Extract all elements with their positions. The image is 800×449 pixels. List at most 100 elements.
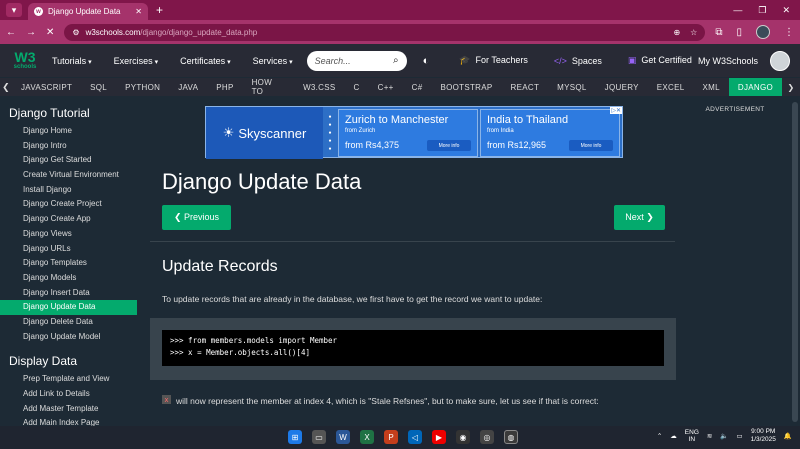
ad-more-info-button[interactable]: More info bbox=[569, 140, 613, 151]
weather-icon[interactable]: ☁ bbox=[670, 432, 677, 440]
site-info-icon[interactable]: ⚙ bbox=[72, 28, 79, 37]
skyscanner-ad-banner[interactable]: ☀ Skyscanner ● ● ● ● ● Zurich to Manchester f… bbox=[205, 106, 623, 159]
powerpoint-icon[interactable]: P bbox=[384, 430, 398, 444]
subnav-item[interactable]: XML bbox=[694, 78, 729, 96]
page-scrollbar[interactable] bbox=[790, 96, 800, 426]
previous-button[interactable]: ❮ Previous bbox=[162, 205, 231, 230]
ad-more-info-button[interactable]: More info bbox=[427, 140, 471, 151]
new-tab-icon[interactable]: + bbox=[156, 3, 163, 17]
sidebar-item[interactable]: Django Delete Data bbox=[0, 315, 137, 330]
subnav-item[interactable]: REACT bbox=[502, 78, 549, 96]
language-indicator[interactable]: ENG IN bbox=[685, 429, 699, 443]
subnav-item[interactable]: BOOTSTRAP bbox=[431, 78, 501, 96]
subnav-item[interactable]: JAVA bbox=[169, 78, 207, 96]
minimize-icon[interactable]: — bbox=[733, 5, 742, 16]
stop-icon[interactable]: ✕ bbox=[46, 27, 54, 38]
close-tab-icon[interactable]: ✕ bbox=[135, 7, 142, 16]
sidebar-item[interactable]: Django Templates bbox=[0, 256, 137, 271]
subnav-item[interactable]: PYTHON bbox=[116, 78, 169, 96]
tab-search-icon[interactable]: ▾ bbox=[6, 3, 22, 17]
scroll-left-icon[interactable]: ❮ bbox=[0, 82, 12, 93]
subnav-item[interactable]: PHP bbox=[207, 78, 242, 96]
ad-close-icon[interactable]: ▷✕ bbox=[610, 107, 622, 114]
browser-tab[interactable]: w Django Update Data ✕ bbox=[28, 3, 148, 20]
excel-icon[interactable]: X bbox=[360, 430, 374, 444]
subnav-item[interactable]: EXCEL bbox=[648, 78, 694, 96]
sidebar-item[interactable]: Django Create Project bbox=[0, 197, 137, 212]
profile-avatar[interactable] bbox=[756, 25, 770, 39]
subnav-item[interactable]: C# bbox=[403, 78, 432, 96]
search-icon[interactable]: ⌕ bbox=[393, 55, 399, 66]
menu-certificates[interactable]: Certificates bbox=[180, 56, 230, 66]
menu-kebab-icon[interactable]: ⋮ bbox=[784, 27, 794, 38]
subnav-item[interactable]: SQL bbox=[81, 78, 116, 96]
back-icon[interactable]: ← bbox=[6, 27, 16, 38]
sidebar-item[interactable]: Django Views bbox=[0, 227, 137, 242]
get-certified-link[interactable]: ▣ Get Certified bbox=[628, 55, 692, 66]
sidebar-item[interactable]: Add Master Template bbox=[0, 402, 137, 417]
subnav-item[interactable]: HOW TO bbox=[243, 78, 294, 96]
user-avatar[interactable] bbox=[770, 50, 790, 71]
spaces-link[interactable]: </> Spaces bbox=[554, 56, 602, 66]
sidebar-item[interactable]: Create Virtual Environment bbox=[0, 168, 137, 183]
sidebar-item[interactable]: Django Intro bbox=[0, 139, 137, 154]
next-button[interactable]: Next ❯ bbox=[614, 205, 665, 230]
github-icon[interactable]: ◉ bbox=[456, 430, 470, 444]
sidebar-item[interactable]: Django Update Model bbox=[0, 330, 137, 345]
battery-icon[interactable]: ▭ bbox=[736, 432, 742, 440]
subnav-item[interactable]: MYSQL bbox=[548, 78, 596, 96]
menu-services[interactable]: Services bbox=[253, 56, 293, 66]
start-icon[interactable]: ⊞ bbox=[288, 430, 302, 444]
subnav-item[interactable]: JQUERY bbox=[596, 78, 648, 96]
subnav-item[interactable]: C bbox=[345, 78, 369, 96]
bookmark-star-icon[interactable]: ☆ bbox=[690, 28, 697, 37]
notification-icon[interactable]: 🔔 bbox=[784, 432, 792, 440]
subnav-item[interactable]: C++ bbox=[369, 78, 403, 96]
wifi-icon[interactable]: ≋ bbox=[707, 432, 712, 440]
ad-card-india[interactable]: India to Thailand from India from Rs12,9… bbox=[480, 109, 620, 157]
extensions-icon[interactable]: ⧉ bbox=[715, 27, 722, 38]
subnav-item[interactable]: W3.CSS bbox=[294, 78, 344, 96]
vscode-icon[interactable]: ◁ bbox=[408, 430, 422, 444]
word-icon[interactable]: W bbox=[336, 430, 350, 444]
divider bbox=[150, 241, 675, 242]
maximize-icon[interactable]: ❐ bbox=[758, 5, 766, 16]
sidebar-item[interactable]: Install Django bbox=[0, 183, 137, 198]
sidebar-item[interactable]: Django URLs bbox=[0, 242, 137, 257]
browser-tab-title: Django Update Data bbox=[48, 7, 121, 16]
my-w3schools-link[interactable]: My W3Schools bbox=[698, 56, 758, 66]
zoom-icon[interactable]: ⊕ bbox=[673, 28, 680, 37]
youtube-icon[interactable]: ▶ bbox=[432, 430, 446, 444]
w3schools-logo[interactable]: W3 schools bbox=[8, 47, 42, 75]
ad-card-zurich[interactable]: Zurich to Manchester from Zurich from Rs… bbox=[338, 109, 478, 157]
sidebar-item[interactable]: Django Models bbox=[0, 271, 137, 286]
sidebar-item[interactable]: Django Get Started bbox=[0, 153, 137, 168]
sidebar-item[interactable]: Django Create App bbox=[0, 212, 137, 227]
scrollbar-thumb[interactable] bbox=[792, 102, 798, 422]
subnav-item[interactable]: JAVASCRIPT bbox=[12, 78, 81, 96]
subnav-item[interactable]: DJANGO bbox=[728, 78, 783, 96]
tray-overflow-icon[interactable]: ⌃ bbox=[657, 432, 662, 440]
right-ad-column: ADVERTISEMENT bbox=[685, 96, 785, 426]
volume-icon[interactable]: 🔈 bbox=[720, 432, 728, 440]
clock[interactable]: 9:00 PM 1/3/2025 bbox=[751, 428, 776, 444]
sidebar-item[interactable]: Django Home bbox=[0, 124, 137, 139]
sidebar-item[interactable]: Add Link to Details bbox=[0, 387, 137, 402]
sidebar-item[interactable]: Prep Template and View bbox=[0, 372, 137, 387]
search-input[interactable]: Search... ⌕ bbox=[306, 50, 407, 71]
task-view-icon[interactable]: ▭ bbox=[312, 430, 326, 444]
dark-mode-icon[interactable]: ◐ bbox=[423, 55, 430, 67]
forward-icon[interactable]: → bbox=[26, 27, 36, 38]
close-window-icon[interactable]: ✕ bbox=[782, 5, 790, 16]
sidebar-item[interactable]: Django Update Data bbox=[0, 300, 137, 315]
menu-tutorials[interactable]: Tutorials bbox=[52, 56, 92, 66]
sidebar-item[interactable]: Django Insert Data bbox=[0, 286, 137, 301]
sidebar-item[interactable]: Add Main Index Page bbox=[0, 416, 137, 426]
menu-exercises[interactable]: Exercises bbox=[114, 56, 158, 66]
app-icon[interactable]: ◎ bbox=[480, 430, 494, 444]
for-teachers-link[interactable]: 🎓 For Teachers bbox=[459, 55, 528, 66]
scroll-right-icon[interactable]: ❯ bbox=[782, 83, 800, 92]
url-bar[interactable]: ⚙ w3schools.com/django/django_update_dat… bbox=[64, 23, 706, 41]
chrome-icon[interactable]: ◍ bbox=[504, 430, 518, 444]
sidepanel-icon[interactable]: ▯ bbox=[736, 27, 742, 38]
